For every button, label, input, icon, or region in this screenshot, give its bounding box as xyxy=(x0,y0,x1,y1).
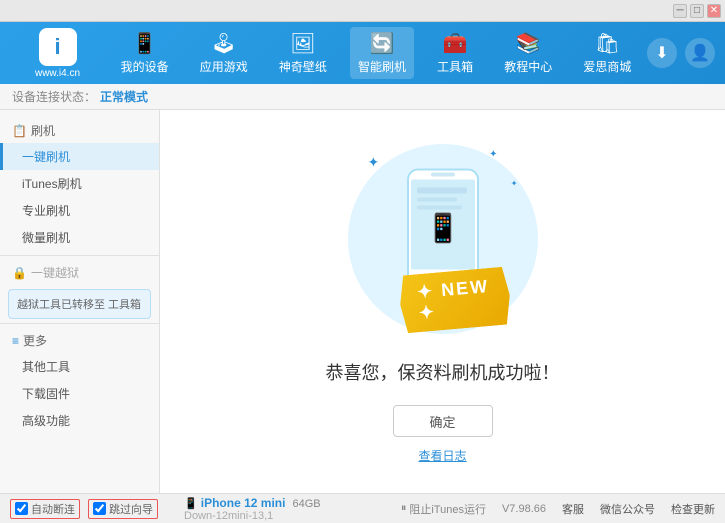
sidebar-jailbreak-notice: 越狱工具已转移至 工具箱 xyxy=(8,289,151,319)
nav-mall[interactable]: 🛍 爱思商城 xyxy=(575,27,639,79)
wallpaper-icon: 🖼 xyxy=(290,31,315,56)
success-text: 恭喜您，保资料刷机成功啦！ xyxy=(326,359,560,385)
smart-flash-icon: 🔄 xyxy=(370,31,395,56)
header: i www.i4.cn 📱 我的设备 🕹 应用游戏 🖼 神奇壁纸 🔄 智能刷机 … xyxy=(0,22,725,84)
more-section-icon: ≡ xyxy=(12,334,19,348)
title-bar: ─ □ ✕ xyxy=(0,0,725,22)
tutorial-icon: 📚 xyxy=(516,31,541,56)
nav-smart-flash[interactable]: 🔄 智能刷机 xyxy=(350,27,414,79)
phone-illustration: ✦ ✦ ✦ 📱 ✦ NEW ✦ xyxy=(343,139,543,339)
apps-games-icon: 🕹 xyxy=(211,31,236,56)
sidebar-item-data-flash[interactable]: 微量刷机 xyxy=(0,224,159,251)
sidebar-jailbreak-title: 🔒 一键越狱 xyxy=(0,260,159,285)
bottom-link-wechat[interactable]: 微信公众号 xyxy=(600,501,655,517)
minimize-button[interactable]: ─ xyxy=(673,4,687,18)
maximize-button[interactable]: □ xyxy=(690,4,704,18)
sidebar-item-other-tools[interactable]: 其他工具 xyxy=(0,353,159,380)
nav-apps-games[interactable]: 🕹 应用游戏 xyxy=(192,27,256,79)
logo-text: www.i4.cn xyxy=(35,68,80,79)
sidebar-section-more: ≡ 更多 其他工具 下载固件 高级功能 xyxy=(0,328,159,434)
close-button[interactable]: ✕ xyxy=(707,4,721,18)
bottom-right: ⏸ 阻止iTunes运行 V7.98.66 客服 微信公众号 检查更新 xyxy=(401,501,715,517)
itunes-status: ⏸ 阻止iTunes运行 xyxy=(401,501,486,517)
logo-icon: i xyxy=(39,28,77,66)
nav-toolbox[interactable]: 🧰 工具箱 xyxy=(429,27,481,79)
main-layout: 📋 刷机 一键刷机 iTunes刷机 专业刷机 微量刷机 🔒 一键越狱 xyxy=(0,110,725,493)
skip-wizard-checkbox-label[interactable]: 跳过向导 xyxy=(88,499,158,519)
nav-my-device[interactable]: 📱 我的设备 xyxy=(113,27,177,79)
sparkle-3: ✦ xyxy=(511,179,518,188)
bottom-link-customer-service[interactable]: 客服 xyxy=(562,501,584,517)
status-label: 设备连接状态： xyxy=(12,88,96,105)
device-storage: 64GB xyxy=(293,498,321,510)
skip-wizard-checkbox[interactable] xyxy=(93,502,106,515)
device-model: Down-12mini-13,1 xyxy=(184,510,273,522)
auto-close-checkbox[interactable] xyxy=(15,502,28,515)
confirm-button[interactable]: 确定 xyxy=(393,405,493,437)
sidebar-divider-1 xyxy=(0,255,159,256)
nav-items: 📱 我的设备 🕹 应用游戏 🖼 神奇壁纸 🔄 智能刷机 🧰 工具箱 📚 教程中心… xyxy=(105,27,647,79)
device-icon: 📱 xyxy=(184,498,198,510)
nav-tutorial[interactable]: 📚 教程中心 xyxy=(496,27,560,79)
itunes-icon: ⏸ xyxy=(401,502,407,515)
toolbox-icon: 🧰 xyxy=(443,31,468,56)
sidebar-item-pro-flash[interactable]: 专业刷机 xyxy=(0,197,159,224)
nav-right: ⬇ 👤 xyxy=(647,38,715,68)
sidebar-item-one-click-flash[interactable]: 一键刷机 xyxy=(0,143,159,170)
bottom-link-update[interactable]: 检查更新 xyxy=(671,501,715,517)
sparkle-1: ✦ xyxy=(368,154,380,171)
sidebar-section-more-title: ≡ 更多 xyxy=(0,328,159,353)
auto-close-checkbox-label[interactable]: 自动断连 xyxy=(10,499,80,519)
lock-icon: 🔒 xyxy=(12,266,27,280)
mall-icon: 🛍 xyxy=(595,31,620,56)
user-button[interactable]: 👤 xyxy=(685,38,715,68)
device-name: iPhone 12 mini xyxy=(201,496,286,510)
svg-text:📱: 📱 xyxy=(425,212,460,245)
sparkle-2: ✦ xyxy=(489,149,497,160)
status-value: 正常模式 xyxy=(100,88,148,105)
sidebar-section-flash-title: 📋 刷机 xyxy=(0,118,159,143)
device-info: 📱 iPhone 12 mini 64GB Down-12mini-13,1 xyxy=(176,496,401,522)
sidebar-divider-2 xyxy=(0,323,159,324)
flash-section-icon: 📋 xyxy=(12,124,27,138)
sub-link[interactable]: 查看日志 xyxy=(418,447,466,464)
sidebar-item-itunes-flash[interactable]: iTunes刷机 xyxy=(0,170,159,197)
my-device-icon: 📱 xyxy=(132,31,157,56)
download-button[interactable]: ⬇ xyxy=(647,38,677,68)
logo-area: i www.i4.cn xyxy=(10,28,105,79)
sidebar-item-download-firmware[interactable]: 下载固件 xyxy=(0,380,159,407)
content-area: ✦ ✦ ✦ 📱 ✦ NEW ✦ 恭喜您， xyxy=(160,110,725,493)
bottom-version: V7.98.66 xyxy=(502,503,546,515)
bottom-left: 自动断连 跳过向导 📱 iPhone 12 mini 64GB Down-12m… xyxy=(10,496,401,522)
sidebar-section-jailbreak: 🔒 一键越狱 越狱工具已转移至 工具箱 xyxy=(0,260,159,319)
new-badge: ✦ NEW ✦ xyxy=(397,266,512,333)
bottom-bar: 自动断连 跳过向导 📱 iPhone 12 mini 64GB Down-12m… xyxy=(0,493,725,523)
sidebar-item-advanced[interactable]: 高级功能 xyxy=(0,407,159,434)
sidebar: 📋 刷机 一键刷机 iTunes刷机 专业刷机 微量刷机 🔒 一键越狱 xyxy=(0,110,160,493)
sidebar-section-flash: 📋 刷机 一键刷机 iTunes刷机 专业刷机 微量刷机 xyxy=(0,118,159,251)
nav-wallpaper[interactable]: 🖼 神奇壁纸 xyxy=(271,27,335,79)
status-bar: 设备连接状态： 正常模式 xyxy=(0,84,725,110)
